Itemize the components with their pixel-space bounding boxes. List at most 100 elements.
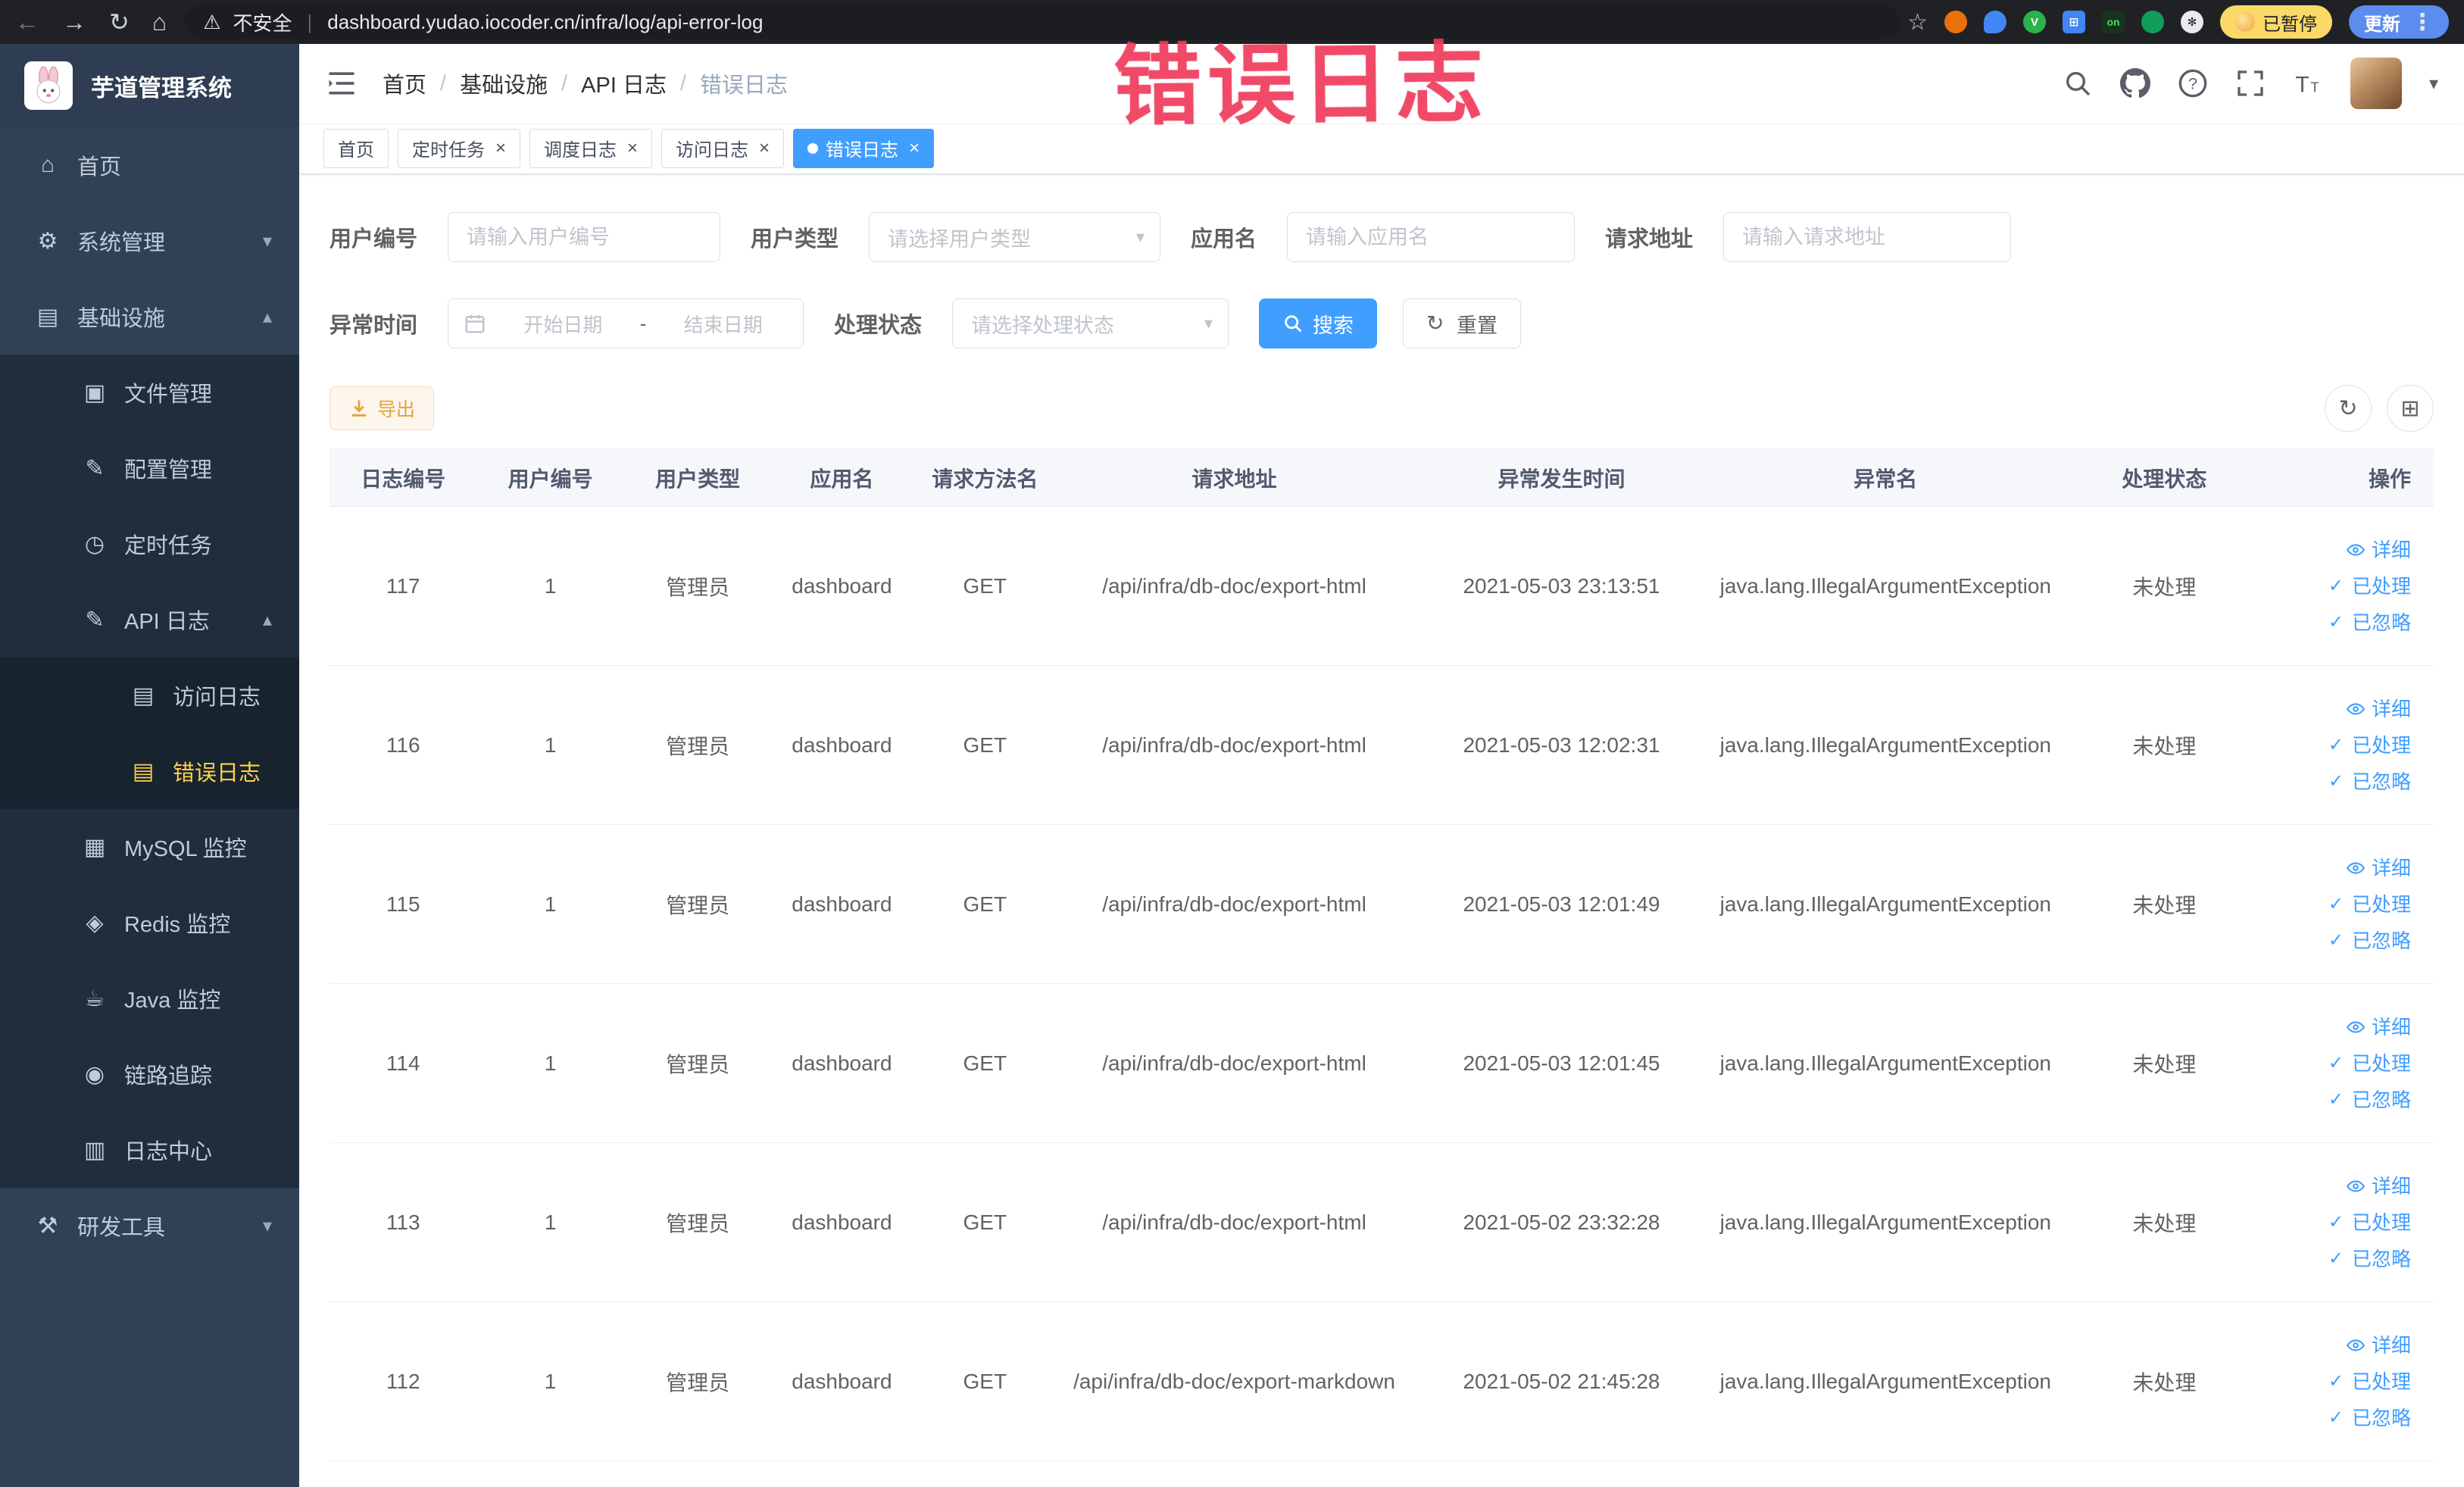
search-button[interactable]: 搜索 [1259,298,1378,348]
request-method-header: 请求方法名 [912,448,1058,507]
processed-link[interactable]: ✓ 已处理 [2277,886,2411,923]
processed-link[interactable]: ✓ 已处理 [2277,1204,2411,1241]
tab-close-icon[interactable]: × [759,139,770,158]
ignored-link[interactable]: ✓ 已忽略 [2277,604,2411,641]
exception-name-cell: java.lang.IllegalArgumentException [1712,1301,2060,1461]
tab-scheduled-jobs[interactable]: 定时任务 × [398,128,521,168]
tab-close-icon[interactable]: × [627,139,638,158]
user-id-cell: 1 [476,1142,624,1302]
sidebar-item-error-log[interactable]: ▤ 错误日志 [0,733,299,809]
ignored-link[interactable]: ✓ 已忽略 [2277,1082,2411,1118]
sidebar-logo[interactable]: 芋道管理系统 [0,44,299,127]
search-icon[interactable] [2063,68,2093,98]
app-name-input[interactable] [1287,212,1576,262]
user-avatar[interactable] [2350,58,2402,109]
ext-leaf-icon[interactable] [2141,11,2164,33]
sidebar-item-file-mgmt[interactable]: ▣ 文件管理 [0,355,299,430]
tab-schedule-log[interactable]: 调度日志 × [529,128,653,168]
detail-link[interactable]: 详细 [2277,1009,2411,1045]
refresh-table-button[interactable]: ↻ [2325,385,2372,432]
user-id-input[interactable] [448,212,721,262]
sidebar-item-dev-tools[interactable]: ⚒ 研发工具 ▾ [0,1188,299,1264]
process-status-select[interactable]: 请选择处理状态 ▾ [952,298,1229,348]
tab-label: 首页 [338,140,374,161]
github-icon[interactable] [2119,68,2150,98]
breadcrumb-item[interactable]: API 日志 [581,67,667,99]
processed-link[interactable]: ✓ 已处理 [2277,727,2411,764]
processed-link[interactable]: ✓ 已处理 [2277,1045,2411,1082]
fullscreen-icon[interactable] [2235,68,2266,98]
refresh-icon: ↻ [1426,311,1444,335]
request-method-cell: GET [912,983,1058,1143]
tab-home[interactable]: 首页 [323,128,389,168]
sidebar-item-label: 首页 [77,155,122,180]
svg-text:T: T [2295,73,2309,98]
breadcrumb-item[interactable]: 基础设施 [460,67,548,99]
date-separator: - [639,311,647,335]
filter-row-1: 用户编号 用户类型 请选择用户类型 ▾ 应用名 请求地址 [329,212,2434,262]
star-icon[interactable]: ☆ [1907,9,1928,36]
ignored-link[interactable]: ✓ 已忽略 [2277,764,2411,800]
sidebar-item-api-logs[interactable]: ✎ API 日志 ▴ [0,582,299,658]
sidebar: 芋道管理系统 ⌂ 首页 ⚙ 系统管理 ▾ ▤ 基础设施 ▴ ▣ 文件管理 ✎ 配置管理 ◷ 定时任务 ✎ AP… [0,44,299,1487]
ext-green-v-icon[interactable]: V [2023,11,2046,33]
exception-time-range-picker[interactable]: 开始日期 - 结束日期 [448,298,804,348]
user-type-select[interactable]: 请选择用户类型 ▾ [869,212,1161,262]
forward-icon[interactable]: → [62,8,86,36]
hamburger-icon[interactable] [325,67,358,100]
reset-button[interactable]: ↻ 重置 [1403,298,1522,348]
ext-grid-icon[interactable]: ⊞ [2063,11,2085,33]
browser-nav-buttons: ← → ↻ ⌂ [15,8,167,36]
ext-paw-icon[interactable]: ✻ [2181,11,2203,33]
paused-extension-pill[interactable]: 已暂停 [2220,5,2332,39]
user-id-cell: 1 [476,1301,624,1461]
request-url-input[interactable] [1723,212,2012,262]
sidebar-item-label: 系统管理 [77,231,166,255]
detail-link[interactable]: 详细 [2277,1168,2411,1204]
ignored-link[interactable]: ✓ 已忽略 [2277,1400,2411,1436]
detail-link[interactable]: 详细 [2277,691,2411,727]
sidebar-item-log-center[interactable]: ▥ 日志中心 [0,1112,299,1188]
sidebar-item-home[interactable]: ⌂ 首页 [0,127,299,203]
sidebar-item-access-log[interactable]: ▤ 访问日志 [0,658,299,733]
sidebar-item-config-mgmt[interactable]: ✎ 配置管理 [0,430,299,506]
tab-access-log[interactable]: 访问日志 × [661,128,785,168]
sidebar-item-infrastructure[interactable]: ▤ 基础设施 ▴ [0,279,299,355]
back-icon[interactable]: ← [15,8,39,36]
app-name-header: 应用名 [771,448,913,507]
ignored-link[interactable]: ✓ 已忽略 [2277,923,2411,959]
tab-close-icon[interactable]: × [495,139,506,158]
column-settings-button[interactable]: ⊞ [2387,385,2434,432]
sidebar-item-java-monitor[interactable]: ☕ Java 监控 [0,961,299,1036]
ext-drop-icon[interactable] [1984,11,2006,33]
ext-on-icon[interactable]: on [2102,11,2125,33]
sidebar-item-scheduled-jobs[interactable]: ◷ 定时任务 [0,506,299,582]
ext-orange-icon[interactable] [1944,11,1967,33]
home-icon[interactable]: ⌂ [152,8,167,36]
refresh-icon[interactable]: ↻ [109,8,130,36]
sidebar-item-system-mgmt[interactable]: ⚙ 系统管理 ▾ [0,203,299,279]
detail-link[interactable]: 详细 [2277,1327,2411,1364]
address-bar[interactable]: ⚠ 不安全 | dashboard.yudao.iocoder.cn/infra… [185,5,1900,39]
tab-error-log[interactable]: 错误日志 × [793,128,935,168]
processed-link[interactable]: ✓ 已处理 [2277,1364,2411,1400]
process-status-placeholder: 请选择处理状态 [971,314,1115,337]
tab-close-icon[interactable]: × [909,139,920,158]
sidebar-item-tracing[interactable]: ◉ 链路追踪 [0,1036,299,1112]
font-size-icon[interactable]: TT [2293,68,2323,98]
breadcrumb-item[interactable]: 首页 [383,67,426,99]
sidebar-item-label: 日志中心 [124,1140,213,1164]
chrome-update-button[interactable]: 更新 ⋮ [2349,5,2449,39]
edit-square-icon: ✎ [85,607,105,633]
processed-link[interactable]: ✓ 已处理 [2277,568,2411,604]
sidebar-item-mysql-monitor[interactable]: ▦ MySQL 监控 [0,809,299,885]
export-button[interactable]: 导出 [329,386,435,430]
avatar-caret-down-icon[interactable]: ▾ [2429,73,2438,95]
log-id-cell: 115 [329,824,477,984]
ignored-link[interactable]: ✓ 已忽略 [2277,1241,2411,1277]
help-icon[interactable]: ? [2178,68,2208,98]
sidebar-item-redis-monitor[interactable]: ◈ Redis 监控 [0,885,299,961]
log-id-cell: 116 [329,665,477,825]
detail-link[interactable]: 详细 [2277,850,2411,886]
detail-link[interactable]: 详细 [2277,532,2411,568]
